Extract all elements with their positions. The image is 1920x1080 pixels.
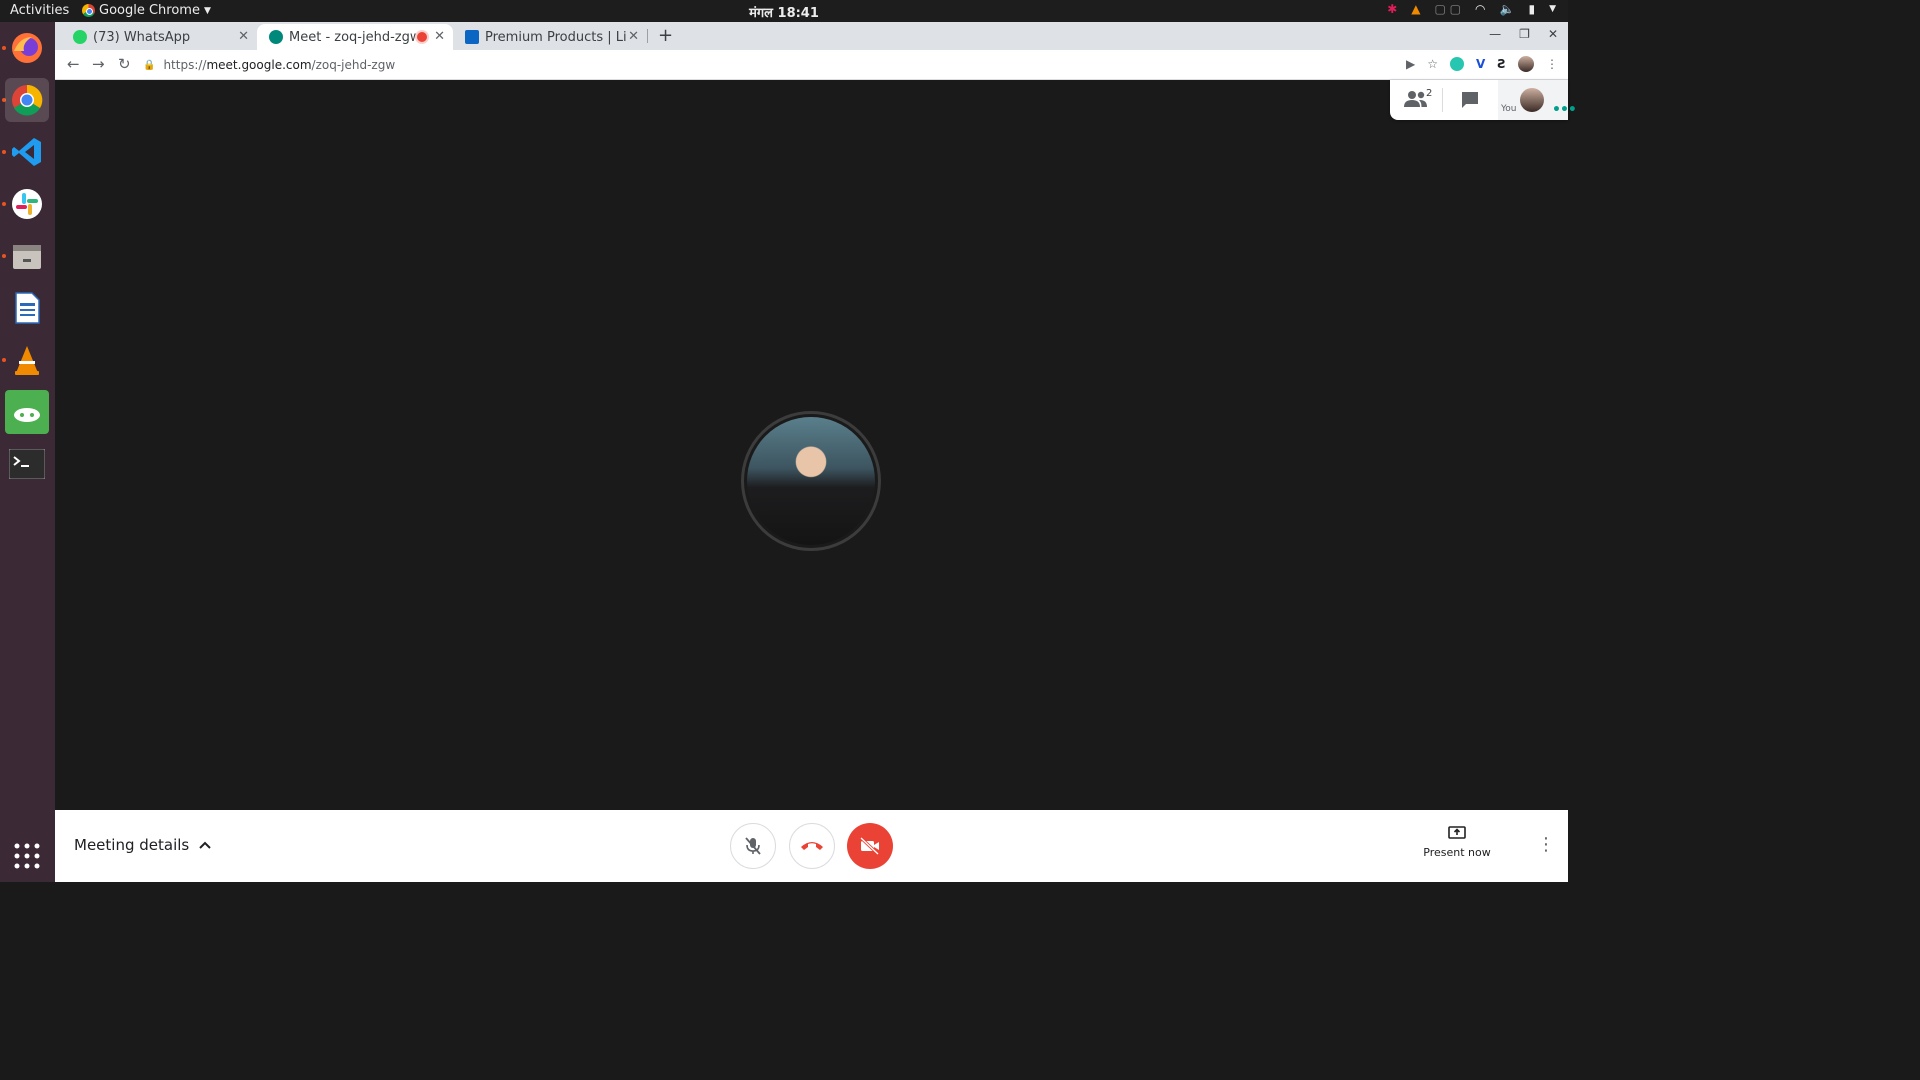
app-menu-label: Google Chrome	[99, 3, 200, 18]
participant-avatar	[741, 411, 881, 551]
tab-strip: (73) WhatsApp ✕ Meet - zoq-jehd-zgw ✕ Pr…	[55, 22, 1568, 50]
mic-toggle-button[interactable]	[730, 823, 776, 869]
extensions-area: ▶ ☆ V Ƨ ⋮	[1406, 56, 1558, 72]
slack-icon[interactable]	[5, 182, 49, 226]
extension-v-icon[interactable]: V	[1476, 57, 1485, 71]
chrome-menu-icon[interactable]: ⋮	[1546, 57, 1558, 71]
system-tray[interactable]: ✱ ▲ ▢ ▢ ◠ 🔈 ▮ ▼	[1387, 2, 1556, 16]
whatsapp-icon	[73, 30, 87, 44]
tab-separator	[647, 29, 648, 43]
tab-meet[interactable]: Meet - zoq-jehd-zgw ✕	[257, 24, 453, 50]
self-avatar	[1520, 88, 1544, 112]
vscode-icon[interactable]	[5, 130, 49, 174]
meeting-details-button[interactable]: Meeting details	[74, 836, 211, 854]
reload-icon[interactable]: ↻	[118, 55, 131, 73]
extension-s-icon[interactable]: Ƨ	[1497, 57, 1506, 71]
self-view-tile[interactable]: You •••	[1498, 80, 1577, 120]
tab-whatsapp[interactable]: (73) WhatsApp ✕	[61, 24, 257, 50]
tab-linkedin[interactable]: Premium Products | Linke ✕	[453, 24, 647, 50]
clock[interactable]: मंगल 18:41	[749, 3, 819, 21]
system-menu-chevron-icon[interactable]: ▼	[1549, 4, 1556, 14]
volume-icon[interactable]: 🔈	[1500, 2, 1515, 16]
chrome-icon[interactable]	[5, 78, 49, 122]
workspace-indicator-icon[interactable]: ▢ ▢	[1435, 2, 1462, 16]
panel-divider	[1442, 88, 1443, 112]
chat-icon	[1462, 92, 1478, 108]
more-vert-icon: ⋮	[1537, 834, 1555, 855]
camera-toggle-button[interactable]	[847, 823, 893, 869]
camera-off-icon	[859, 837, 880, 855]
system-top-bar: Activities Google Chrome ▼ मंगल 18:41 ✱ …	[0, 0, 1568, 22]
address-bar[interactable]: 🔒 https://meet.google.com/zoq-jehd-zgw	[143, 54, 1373, 76]
dock	[0, 22, 55, 882]
extension-meet-icon[interactable]	[1450, 57, 1465, 71]
meeting-details-label: Meeting details	[74, 836, 190, 854]
mic-off-icon	[745, 837, 761, 855]
firefox-icon[interactable]	[5, 26, 49, 70]
linkedin-icon	[465, 30, 479, 44]
show-apps-icon[interactable]	[5, 834, 49, 878]
activities-button[interactable]: Activities	[10, 3, 69, 18]
url-scheme: https://	[163, 58, 207, 72]
new-tab-button[interactable]: +	[658, 25, 673, 46]
hang-up-icon	[801, 842, 823, 850]
minimize-icon[interactable]: —	[1489, 27, 1501, 41]
present-screen-icon	[1448, 826, 1466, 839]
vlc-tray-icon[interactable]: ▲	[1411, 2, 1420, 16]
bookmark-star-icon[interactable]: ☆	[1427, 57, 1438, 71]
tab-title: (73) WhatsApp	[93, 29, 191, 45]
self-options-icon[interactable]: •••	[1552, 102, 1577, 118]
close-icon[interactable]: ✕	[434, 29, 445, 44]
people-icon	[1404, 91, 1427, 107]
vlc-icon[interactable]	[5, 338, 49, 382]
app-menu[interactable]: Google Chrome ▼	[82, 3, 211, 18]
self-label: You	[1501, 104, 1517, 114]
close-icon[interactable]: ✕	[238, 29, 249, 44]
close-icon[interactable]: ✕	[628, 29, 639, 44]
more-options-button[interactable]: ⋮	[1537, 836, 1555, 854]
wifi-icon[interactable]: ◠	[1475, 2, 1485, 16]
slack-tray-icon[interactable]: ✱	[1387, 2, 1397, 16]
forward-icon[interactable]: →	[92, 55, 105, 73]
leave-call-button[interactable]	[789, 823, 835, 869]
writer-icon[interactable]	[5, 286, 49, 330]
meet-icon	[269, 30, 283, 44]
camera-in-use-icon[interactable]: ▶	[1406, 57, 1415, 71]
close-window-icon[interactable]: ✕	[1548, 27, 1558, 41]
lock-icon[interactable]: 🔒	[143, 60, 155, 71]
window-controls: — ❐ ✕	[1489, 27, 1558, 41]
present-now-label: Present now	[1423, 846, 1491, 859]
chevron-down-icon: ▼	[203, 5, 211, 16]
url-path: /zoq-jehd-zgw	[311, 58, 396, 72]
meet-top-panel: 2 You •••	[1390, 80, 1577, 120]
url-host: meet.google.com	[206, 58, 312, 72]
tab-title: Meet - zoq-jehd-zgw	[289, 29, 421, 45]
browser-toolbar: ← → ↻ 🔒 https://meet.google.com/zoq-jehd…	[55, 50, 1568, 80]
files-icon[interactable]	[5, 234, 49, 278]
terminal-icon[interactable]	[5, 442, 49, 486]
recording-icon	[417, 32, 427, 42]
meeting-stage	[55, 80, 1568, 810]
chevron-up-icon	[199, 841, 211, 849]
profile-avatar[interactable]	[1518, 56, 1534, 72]
chat-button[interactable]	[1460, 90, 1480, 110]
restore-icon[interactable]: ❐	[1519, 27, 1530, 41]
participant-count: 2	[1426, 88, 1433, 99]
back-icon[interactable]: ←	[67, 55, 80, 73]
tab-title: Premium Products | Linke	[485, 29, 627, 45]
meet-bottom-bar: Meeting details Present now ⋮	[55, 810, 1568, 882]
participant-photo	[747, 417, 875, 545]
present-now-button[interactable]: Present now	[1417, 826, 1497, 859]
battery-icon[interactable]: ▮	[1528, 2, 1535, 16]
snap-store-icon[interactable]	[5, 390, 49, 434]
chrome-small-icon	[82, 4, 95, 17]
